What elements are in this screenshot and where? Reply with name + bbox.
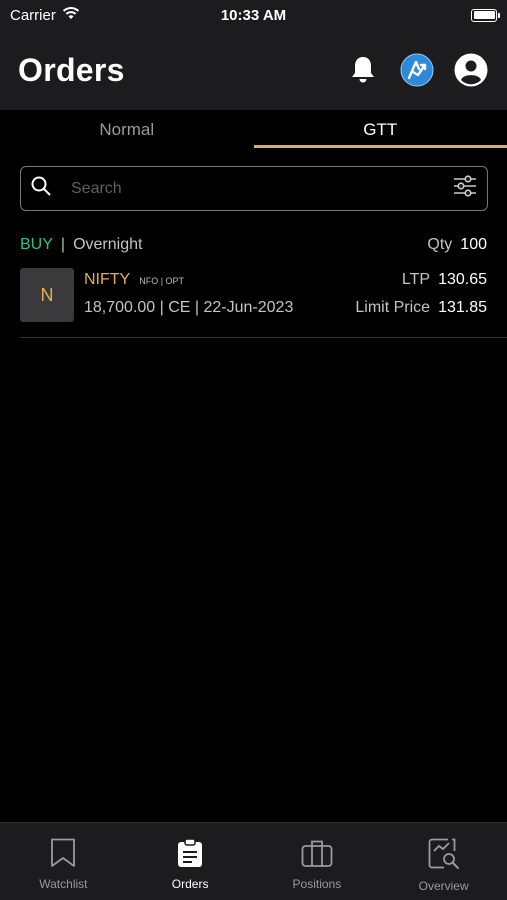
- bottom-nav: Watchlist Orders Positions Overview: [0, 822, 507, 900]
- order-details: 18,700.00 | CE | 22-Jun-2023: [84, 299, 294, 316]
- app-header: Orders: [0, 30, 507, 110]
- order-side: BUY: [20, 236, 53, 253]
- order-meta: BUY | Overnight Qty 100: [20, 236, 487, 254]
- nav-overview-label: Overview: [418, 879, 469, 893]
- search-input[interactable]: [71, 179, 453, 198]
- order-tabs: Normal GTT: [0, 110, 507, 148]
- limit-price-value: 131.85: [438, 299, 487, 316]
- filter-icon[interactable]: [453, 175, 477, 202]
- order-product: Overnight: [73, 236, 143, 253]
- nav-positions-label: Positions: [292, 877, 342, 891]
- clipboard-icon: [177, 838, 203, 877]
- limit-price-label: Limit Price: [355, 299, 431, 316]
- bookmark-icon: [50, 838, 76, 877]
- nav-watchlist[interactable]: Watchlist: [0, 823, 127, 900]
- bell-icon[interactable]: [345, 52, 381, 88]
- wifi-icon: [62, 6, 80, 24]
- profile-icon[interactable]: [453, 52, 489, 88]
- chart-search-icon: [428, 838, 460, 879]
- briefcase-icon: [301, 838, 333, 877]
- search-icon: [31, 176, 51, 201]
- order-exchange: NFO | OPT: [139, 276, 185, 286]
- list-divider: [20, 337, 507, 338]
- order-symbol: NIFTY: [84, 271, 131, 288]
- nav-orders[interactable]: Orders: [127, 823, 254, 900]
- nav-overview[interactable]: Overview: [380, 823, 507, 900]
- nav-watchlist-label: Watchlist: [39, 877, 88, 891]
- order-list-item[interactable]: N NIFTY NFO | OPT 18,700.00 | CE | 22-Ju…: [20, 268, 487, 322]
- search-bar: [20, 166, 488, 211]
- carrier-label: Carrier: [10, 6, 56, 24]
- meta-separator: |: [60, 236, 66, 253]
- ltp-label: LTP: [401, 271, 431, 288]
- ltp-value: 130.65: [438, 271, 487, 288]
- tab-normal[interactable]: Normal: [0, 110, 254, 148]
- page-title: Orders: [18, 51, 125, 88]
- qty-value: 100: [460, 236, 487, 253]
- status-bar: Carrier 10:33 AM: [0, 0, 507, 30]
- tab-gtt[interactable]: GTT: [253, 110, 507, 148]
- trade-assistant-icon[interactable]: [399, 52, 435, 88]
- symbol-avatar: N: [20, 268, 74, 322]
- battery-icon: [471, 8, 500, 22]
- nav-positions[interactable]: Positions: [254, 823, 381, 900]
- nav-orders-label: Orders: [171, 877, 209, 891]
- qty-label: Qty: [427, 236, 453, 253]
